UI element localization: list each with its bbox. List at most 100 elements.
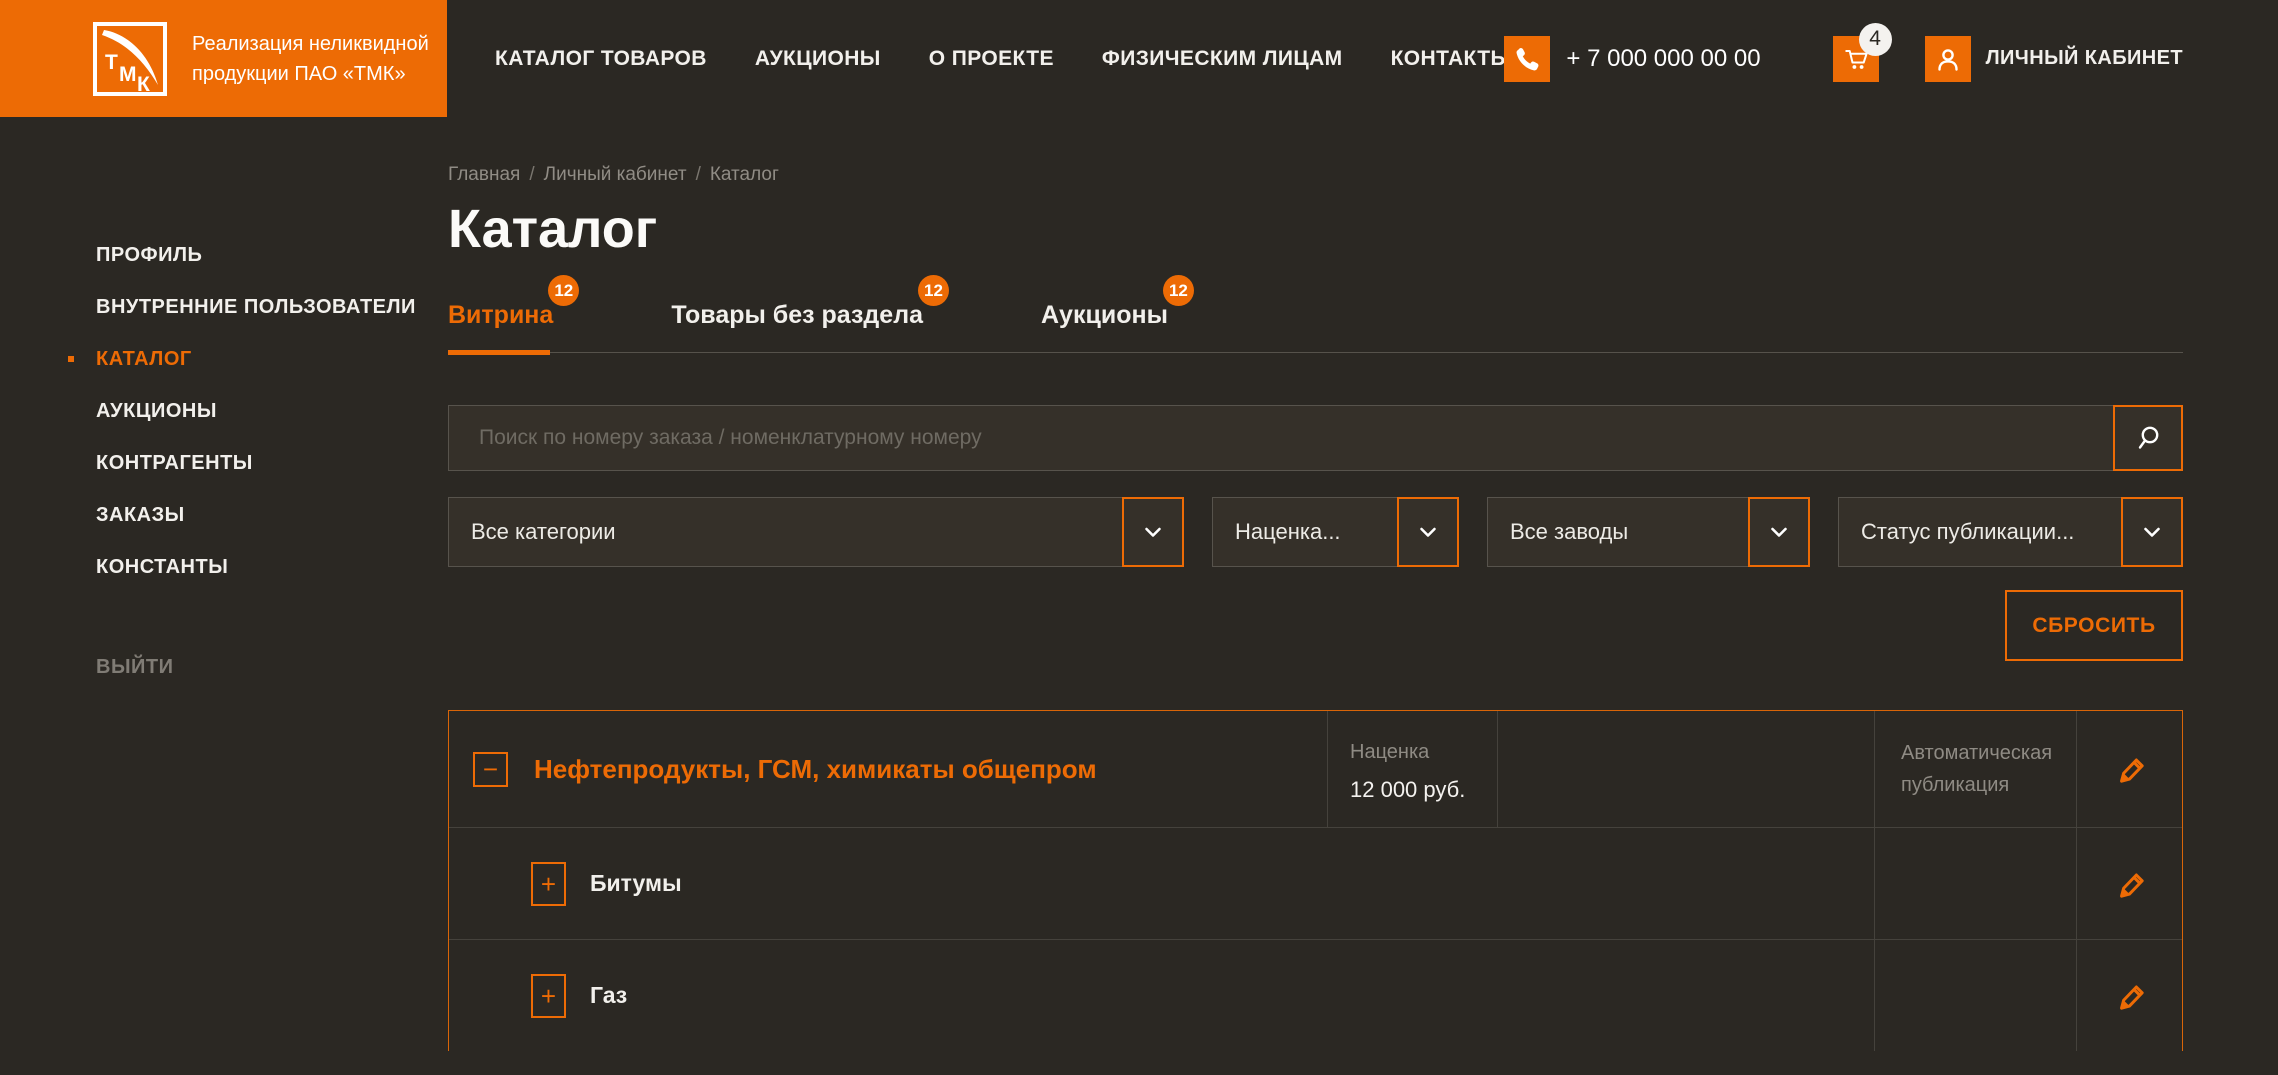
collapse-button[interactable]: − bbox=[473, 751, 508, 787]
empty-cell bbox=[1497, 711, 1874, 827]
top-nav: КАТАЛОГ ТОВАРОВ АУКЦИОНЫ О ПРОЕКТЕ ФИЗИЧ… bbox=[495, 0, 1511, 117]
filter-categories[interactable]: Все категории bbox=[448, 497, 1184, 567]
sidebar-logout[interactable]: ВЫЙТИ bbox=[0, 641, 447, 693]
search-button[interactable] bbox=[2113, 405, 2183, 471]
edit-cell bbox=[2076, 828, 2182, 939]
markup-label: Наценка bbox=[1350, 740, 1430, 763]
page-title: Каталог bbox=[448, 199, 658, 259]
reset-filters-button[interactable]: СБРОСИТЬ bbox=[2005, 590, 2183, 661]
breadcrumb-separator: / bbox=[529, 164, 535, 185]
logo-tagline: Реализация неликвидной продукции ПАО «ТМ… bbox=[192, 32, 429, 85]
breadcrumb-current: Каталог bbox=[709, 164, 779, 185]
edit-cell bbox=[2076, 940, 2182, 1051]
sidebar-item-catalog[interactable]: КАТАЛОГ bbox=[0, 333, 447, 385]
table-row-subcategory: + Газ bbox=[449, 939, 2182, 1051]
sidebar-item-profile[interactable]: ПРОФИЛЬ bbox=[0, 229, 447, 281]
tab-label: Витрина bbox=[448, 301, 554, 329]
chevron-down-icon bbox=[1420, 527, 1436, 537]
search-icon bbox=[2138, 426, 2159, 449]
tmk-logo-icon: Т М К bbox=[93, 21, 167, 96]
dropdown-toggle[interactable] bbox=[1748, 497, 1810, 567]
breadcrumb-separator: / bbox=[695, 164, 701, 185]
publication-cell: Автоматическая публикация bbox=[1874, 711, 2076, 827]
tab-auctions[interactable]: Аукционы 12 bbox=[1041, 275, 1194, 330]
cart-button[interactable]: 4 bbox=[1832, 22, 1892, 82]
edit-button[interactable] bbox=[2112, 866, 2148, 902]
filters: Все категории Наценка... Все заводы Стат… bbox=[448, 497, 2183, 567]
sidebar-item-auctions[interactable]: АУКЦИОНЫ bbox=[0, 385, 447, 437]
sidebar-item-counterparties[interactable]: КОНТРАГЕНТЫ bbox=[0, 437, 447, 489]
tab-badge: 12 bbox=[1162, 275, 1194, 306]
filter-value: Все категории bbox=[471, 519, 616, 544]
pencil-icon bbox=[2119, 985, 2144, 1010]
page: { "colors": { "background": "#2B2823", "… bbox=[0, 0, 2278, 1075]
active-item-bullet bbox=[68, 356, 74, 362]
tab-badge: 12 bbox=[917, 275, 949, 306]
filter-publication-status[interactable]: Статус публикации... bbox=[1838, 497, 2183, 567]
svg-text:К: К bbox=[137, 73, 150, 96]
nav-item-auctions[interactable]: АУКЦИОНЫ bbox=[755, 47, 881, 71]
expand-button[interactable]: + bbox=[531, 861, 566, 906]
account-label[interactable]: ЛИЧНЫЙ КАБИНЕТ bbox=[1986, 47, 2183, 70]
filter-plants[interactable]: Все заводы bbox=[1487, 497, 1810, 567]
user-icon bbox=[1937, 48, 1958, 71]
subcategory-title-cell: + Газ bbox=[449, 940, 1874, 1051]
publication-label: Автоматическая публикация bbox=[1901, 742, 2053, 796]
breadcrumb: Главная / Личный кабинет / Каталог bbox=[448, 164, 2183, 186]
search-input[interactable] bbox=[448, 405, 2183, 471]
sidebar-item-constants[interactable]: КОНСТАНТЫ bbox=[0, 541, 447, 593]
filter-actions: СБРОСИТЬ bbox=[448, 590, 2183, 661]
sidebar: ПРОФИЛЬ ВНУТРЕННИЕ ПОЛЬЗОВАТЕЛИ КАТАЛОГ … bbox=[0, 117, 447, 1075]
nav-item-catalog[interactable]: КАТАЛОГ ТОВАРОВ bbox=[495, 47, 707, 71]
edit-cell bbox=[2076, 711, 2182, 827]
search-bar bbox=[448, 405, 2183, 471]
cart-count-badge: 4 bbox=[1858, 22, 1892, 56]
catalog-table: − Нефтепродукты, ГСМ, химикаты общепром … bbox=[448, 710, 2183, 1051]
tab-badge: 12 bbox=[548, 275, 580, 306]
phone-icon bbox=[1516, 47, 1539, 70]
dropdown-toggle[interactable] bbox=[1122, 497, 1184, 567]
active-tab-indicator bbox=[448, 350, 550, 355]
phone-button[interactable] bbox=[1504, 35, 1551, 82]
nav-item-individuals[interactable]: ФИЗИЧЕСКИМ ЛИЦАМ bbox=[1102, 47, 1343, 71]
category-title-cell: − Нефтепродукты, ГСМ, химикаты общепром bbox=[449, 711, 1327, 827]
chevron-down-icon bbox=[2144, 527, 2160, 537]
category-title[interactable]: Нефтепродукты, ГСМ, химикаты общепром bbox=[534, 754, 1097, 785]
breadcrumb-account[interactable]: Личный кабинет bbox=[544, 164, 687, 186]
markup-value: 12 000 руб. bbox=[1350, 776, 1466, 802]
svg-text:Т: Т bbox=[105, 51, 118, 74]
dropdown-toggle[interactable] bbox=[2121, 497, 2183, 567]
logo[interactable]: Т М К Реализация неликвидной продукции П… bbox=[0, 0, 447, 117]
chevron-down-icon bbox=[1145, 527, 1161, 537]
sidebar-item-orders[interactable]: ЗАКАЗЫ bbox=[0, 489, 447, 541]
pencil-icon bbox=[2119, 873, 2144, 898]
publication-cell bbox=[1874, 940, 2076, 1051]
nav-item-contacts[interactable]: КОНТАКТЫ bbox=[1391, 47, 1512, 71]
nav-item-about[interactable]: О ПРОЕКТЕ bbox=[929, 47, 1054, 71]
phone-number[interactable]: + 7 000 000 00 00 bbox=[1566, 45, 1760, 73]
tabs-underline bbox=[448, 350, 2183, 355]
tabs: Витрина 12 Товары без раздела 12 Аукцион… bbox=[448, 275, 2183, 330]
sidebar-item-label: КАТАЛОГ bbox=[96, 347, 192, 370]
subcategory-title[interactable]: Битумы bbox=[590, 870, 682, 897]
edit-button[interactable] bbox=[2112, 978, 2148, 1014]
filter-value: Все заводы bbox=[1510, 519, 1629, 544]
publication-cell bbox=[1874, 828, 2076, 939]
svg-text:М: М bbox=[119, 63, 137, 86]
edit-button[interactable] bbox=[2112, 751, 2148, 787]
main-content: Главная / Личный кабинет / Каталог Катал… bbox=[448, 117, 2183, 1051]
account-button[interactable] bbox=[1924, 35, 1971, 82]
tab-showcase[interactable]: Витрина 12 bbox=[448, 275, 580, 330]
expand-button[interactable]: + bbox=[531, 973, 566, 1018]
filter-markup[interactable]: Наценка... bbox=[1212, 497, 1459, 567]
header: Т М К Реализация неликвидной продукции П… bbox=[0, 0, 2278, 117]
sidebar-item-internal-users[interactable]: ВНУТРЕННИЕ ПОЛЬЗОВАТЕЛИ bbox=[0, 281, 447, 333]
table-row-subcategory: + Битумы bbox=[449, 827, 2182, 939]
subcategory-title[interactable]: Газ bbox=[590, 982, 627, 1009]
tab-label: Товары без раздела bbox=[671, 301, 923, 329]
markup-cell: Наценка 12 000 руб. bbox=[1327, 711, 1497, 827]
dropdown-toggle[interactable] bbox=[1397, 497, 1459, 567]
breadcrumb-home[interactable]: Главная bbox=[448, 164, 520, 186]
subcategory-title-cell: + Битумы bbox=[449, 828, 1874, 939]
tab-no-section[interactable]: Товары без раздела 12 bbox=[671, 275, 949, 330]
